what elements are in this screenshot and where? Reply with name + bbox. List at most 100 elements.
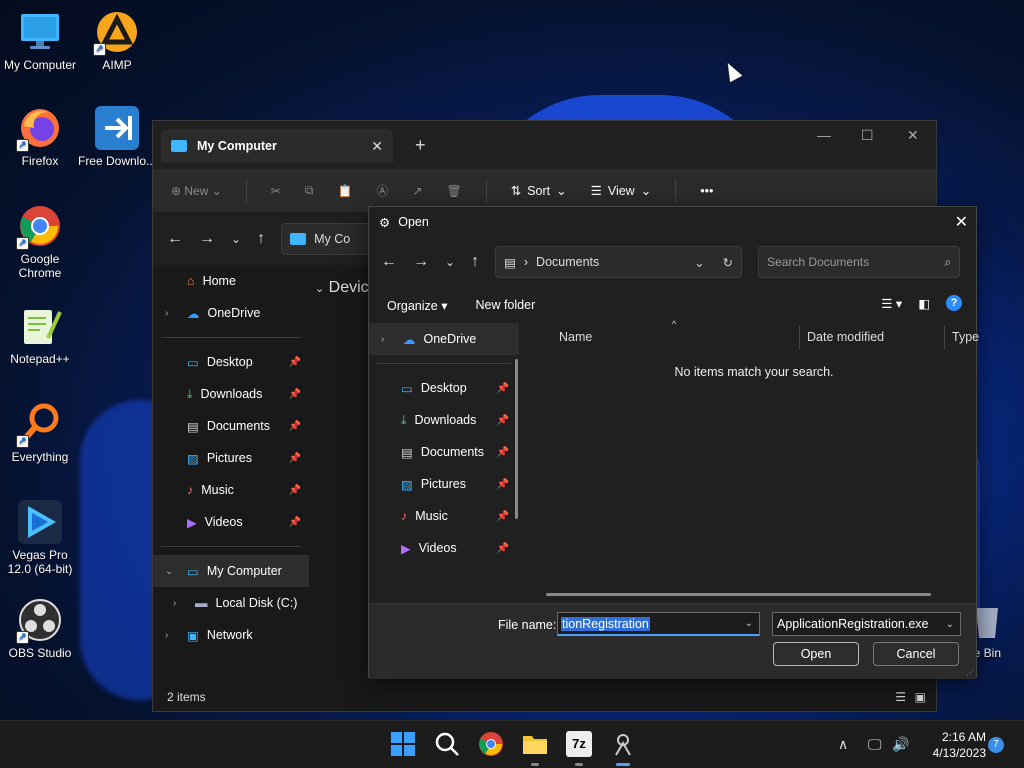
nav-pane-scrollbar[interactable] xyxy=(515,359,518,519)
column-header-name[interactable]: Name xyxy=(559,330,592,344)
nav-item-onedrive[interactable]: › ☁ OneDrive xyxy=(153,297,309,329)
window-close-icon[interactable]: ✕ xyxy=(907,127,919,144)
dialog-address-bar[interactable]: ▤ › Documents ⌄ ↻ xyxy=(495,246,743,278)
paste-icon[interactable]: 📋 xyxy=(337,184,352,198)
nav-item-my-computer[interactable]: ⌄ ▭ My Computer xyxy=(153,555,309,587)
open-button[interactable]: Open xyxy=(773,642,859,666)
column-divider[interactable] xyxy=(944,325,945,349)
desktop-icon-google-chrome[interactable]: ↗ Google Chrome xyxy=(0,204,80,280)
desktop-icon-notepadpp[interactable]: Notepad++ xyxy=(0,304,80,366)
chevron-down-icon[interactable]: ⌄ xyxy=(165,566,173,577)
explorer-titlebar[interactable]: My Computer ✕ + — ☐ ✕ xyxy=(153,121,936,169)
start-windows-icon[interactable] xyxy=(390,731,416,757)
details-view-icon[interactable]: ☰ xyxy=(895,690,906,704)
notification-badge[interactable]: 7 xyxy=(988,737,1004,753)
desktop-icon-everything[interactable]: ↗ Everything xyxy=(0,402,80,464)
taskbar-file-explorer-icon[interactable] xyxy=(522,731,548,766)
search-icon[interactable]: ⌕ xyxy=(944,255,951,270)
maximize-icon[interactable]: ☐ xyxy=(861,127,874,144)
recent-chevron-icon[interactable]: ⌄ xyxy=(445,255,455,269)
nav-item-desktop[interactable]: ▭ Desktop 📌 xyxy=(153,346,309,378)
dialog-close-icon[interactable]: ✕ xyxy=(955,212,968,232)
view-button[interactable]: ☰ View ⌄ xyxy=(591,183,652,199)
chevron-right-icon[interactable]: › xyxy=(381,334,384,345)
file-name-input[interactable]: tionRegistration ⌄ xyxy=(557,612,760,636)
nav-item-network[interactable]: › ▣ Network xyxy=(153,619,309,651)
dlg-nav-onedrive[interactable]: › ☁ OneDrive xyxy=(369,323,519,355)
tiles-view-icon[interactable]: ▣ xyxy=(915,690,926,704)
horizontal-scrollbar[interactable] xyxy=(546,593,931,596)
chevron-down-icon[interactable]: ⌄ xyxy=(946,619,954,630)
new-folder-button[interactable]: New folder xyxy=(475,298,535,312)
taskbar-chrome-icon[interactable] xyxy=(478,731,504,757)
back-arrow-icon[interactable]: ← xyxy=(167,230,183,248)
desktop-icon-vegas-pro[interactable]: Vegas Pro 12.0 (64-bit) xyxy=(0,500,80,576)
minimize-icon[interactable]: — xyxy=(817,127,831,143)
dlg-nav-desktop[interactable]: ▭ Desktop 📌 xyxy=(369,372,519,404)
vegas-icon xyxy=(18,500,62,544)
up-arrow-icon[interactable]: ↑ xyxy=(471,253,479,271)
dlg-nav-pictures[interactable]: ▨ Pictures 📌 xyxy=(369,468,519,500)
volume-icon[interactable]: 🔊 xyxy=(892,736,909,753)
help-icon[interactable]: ? xyxy=(946,295,962,311)
tab-close-icon[interactable]: ✕ xyxy=(371,138,383,155)
cut-icon[interactable]: ✂ xyxy=(271,184,281,198)
dialog-search-box[interactable]: Search Documents ⌕ xyxy=(758,246,961,278)
desktop-icon-aimp[interactable]: ↗ AIMP xyxy=(77,10,157,72)
dlg-nav-music[interactable]: ♪ Music 📌 xyxy=(369,500,519,532)
nav-item-pictures[interactable]: ▨ Pictures 📌 xyxy=(153,442,309,474)
share-icon[interactable]: ↗ xyxy=(412,184,422,198)
refresh-icon[interactable]: ↻ xyxy=(723,255,733,270)
preview-pane-icon[interactable]: ◧ xyxy=(918,296,930,311)
nav-item-home[interactable]: ⌂ Home xyxy=(153,265,309,297)
forward-arrow-icon[interactable]: → xyxy=(413,253,429,271)
column-header-type[interactable]: Type xyxy=(952,330,979,344)
cancel-button[interactable]: Cancel xyxy=(873,642,959,666)
new-tab-icon[interactable]: + xyxy=(415,135,426,156)
up-arrow-icon[interactable]: ↑ xyxy=(257,230,265,248)
delete-icon[interactable]: 🗑 xyxy=(446,184,461,198)
copy-icon[interactable]: ⧉ xyxy=(305,183,314,198)
nav-item-videos[interactable]: ▶ Videos 📌 xyxy=(153,506,309,538)
show-hidden-icons-chevron-icon[interactable]: ∧ xyxy=(838,736,848,753)
dialog-titlebar[interactable]: ⚙ Open ✕ xyxy=(369,207,976,237)
more-options-button[interactable]: ••• xyxy=(700,184,713,198)
taskbar-active-app-icon[interactable] xyxy=(610,731,636,766)
organize-button[interactable]: Organize ▾ xyxy=(387,298,447,313)
cloud-icon: ☁ xyxy=(403,332,416,347)
change-view-icon[interactable]: ☰ ▾ xyxy=(881,296,902,311)
column-header-date-modified[interactable]: Date modified xyxy=(807,330,884,344)
chevron-right-icon[interactable]: › xyxy=(173,598,176,609)
file-type-select[interactable]: ApplicationRegistration.exe ⌄ xyxy=(772,612,961,636)
open-file-dialog[interactable]: ⚙ Open ✕ ← → ⌄ ↑ ▤ › Documents ⌄ ↻ Search… xyxy=(368,206,979,679)
devices-group-header[interactable]: ⌄ Devic xyxy=(315,279,369,297)
taskbar-7zip-icon[interactable]: 7z xyxy=(566,731,592,766)
network-status-icon[interactable]: 🖵 xyxy=(868,736,882,753)
column-divider[interactable] xyxy=(799,325,800,349)
desktop-icon-free-download-manager[interactable]: Free Downlo... xyxy=(77,106,157,168)
back-arrow-icon[interactable]: ← xyxy=(381,253,397,271)
address-dropdown-icon[interactable]: ⌄ xyxy=(694,255,704,270)
dlg-nav-downloads[interactable]: ⤓ Downloads 📌 xyxy=(369,404,519,436)
chevron-down-icon[interactable]: ⌄ xyxy=(745,618,753,629)
nav-item-music[interactable]: ♪ Music 📌 xyxy=(153,474,309,506)
nav-item-local-disk[interactable]: › ▬ Local Disk (C:) xyxy=(153,587,309,619)
chevron-right-icon[interactable]: › xyxy=(165,308,168,319)
chevron-right-icon[interactable]: › xyxy=(165,630,168,641)
sort-button[interactable]: ⇅ Sort ⌄ xyxy=(511,183,567,199)
dlg-nav-documents[interactable]: ▤ Documents 📌 xyxy=(369,436,519,468)
nav-item-downloads[interactable]: ⤓ Downloads 📌 xyxy=(153,378,309,410)
desktop-icon-firefox[interactable]: ↗ Firefox xyxy=(0,106,80,168)
recent-chevron-icon[interactable]: ⌄ xyxy=(231,232,241,246)
new-button[interactable]: ⊕ New ⌄ xyxy=(171,184,222,198)
system-clock[interactable]: 2:16 AM 4/13/2023 xyxy=(920,729,986,761)
resize-grip-icon[interactable]: ⋰ xyxy=(966,668,974,677)
explorer-tab[interactable]: My Computer ✕ xyxy=(161,129,393,163)
desktop-icon-obs-studio[interactable]: ↗ OBS Studio xyxy=(0,598,80,660)
nav-item-documents[interactable]: ▤ Documents 📌 xyxy=(153,410,309,442)
forward-arrow-icon[interactable]: → xyxy=(199,230,215,248)
dlg-nav-videos[interactable]: ▶ Videos 📌 xyxy=(369,532,519,564)
rename-icon[interactable]: Ⓐ xyxy=(376,182,388,199)
desktop-icon-my-computer[interactable]: My Computer xyxy=(0,10,80,72)
taskbar-search-icon[interactable] xyxy=(434,731,460,757)
